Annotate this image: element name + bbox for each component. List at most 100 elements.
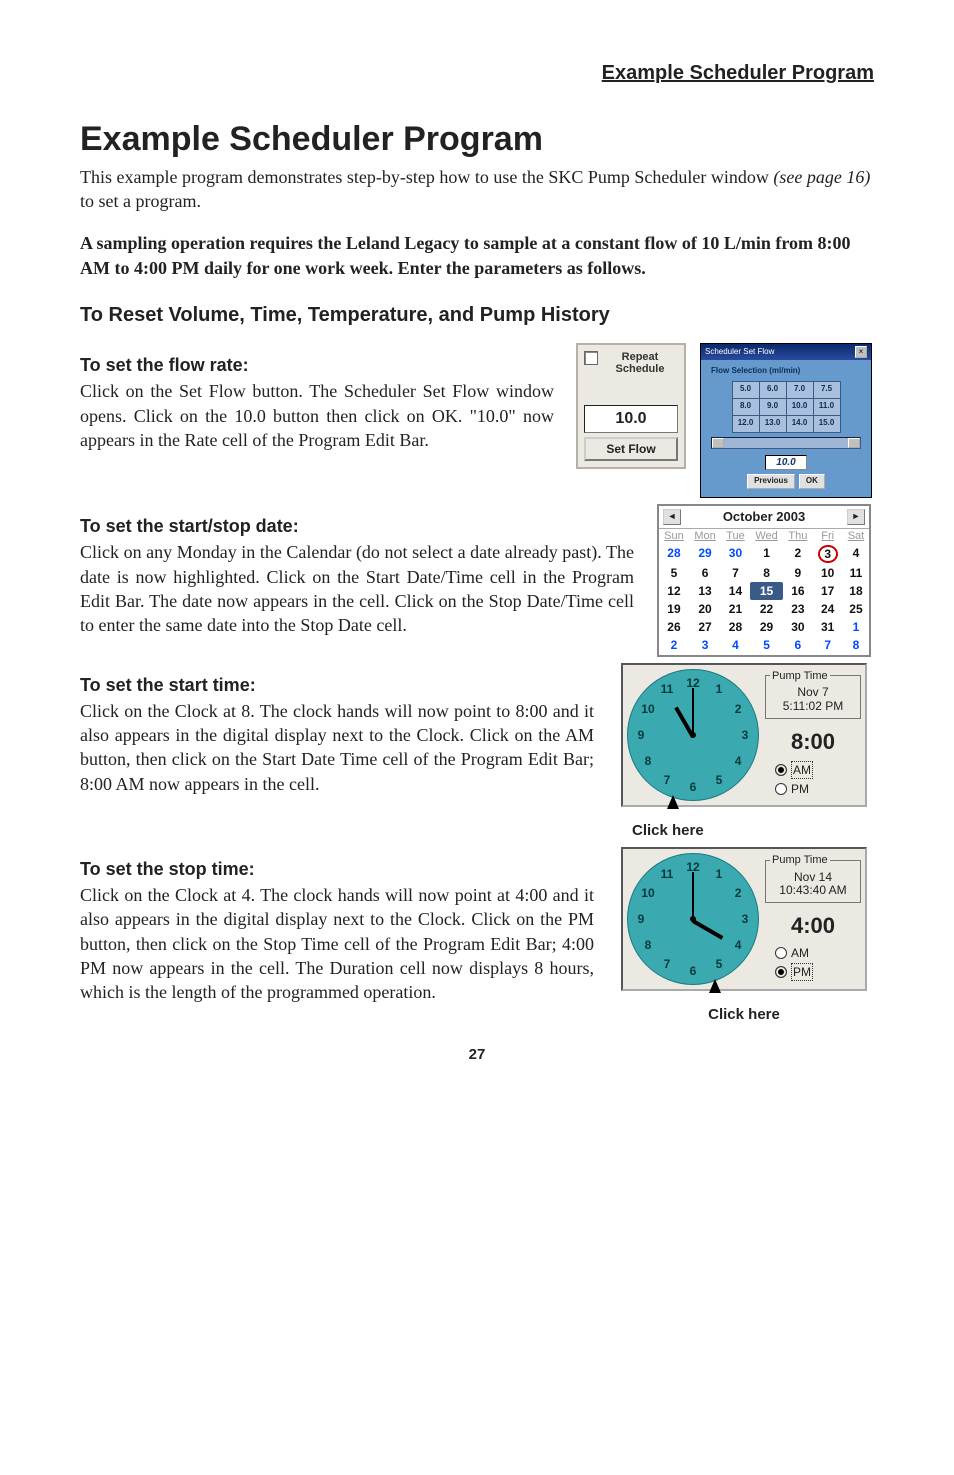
pm-radio[interactable]: PM [775,963,861,981]
calendar-day[interactable]: 17 [812,582,842,600]
calendar-day[interactable]: 10 [812,564,842,582]
calendar-day[interactable]: 6 [783,636,812,654]
clock-face[interactable]: 123456789101112 [627,853,759,985]
clock-number[interactable]: 4 [735,752,742,768]
clock-number[interactable]: 5 [716,771,723,787]
calendar-day[interactable]: 1 [750,544,784,564]
date-block: To set the start/stop date: Click on any… [80,504,874,656]
pm-radio[interactable]: PM [775,781,861,797]
calendar-day[interactable]: 3 [812,544,842,564]
flow-rate-cell: 10.0 [584,405,678,433]
calendar-day[interactable]: 31 [812,618,842,636]
calendar-day[interactable]: 13 [689,582,721,600]
flow-option[interactable]: 8.0 [732,398,759,415]
calendar-dow: Sun [659,529,689,544]
calendar-day[interactable]: 29 [750,618,784,636]
date-body: Click on any Monday in the Calendar (do … [80,540,634,637]
set-flow-button[interactable]: Set Flow [584,437,678,461]
calendar-day[interactable]: 3 [689,636,721,654]
calendar-day[interactable]: 16 [783,582,812,600]
am-radio[interactable]: AM [775,761,861,779]
calendar-day[interactable]: 19 [659,600,689,618]
flow-slider[interactable] [711,437,861,449]
clock-number[interactable]: 11 [661,866,674,882]
clock-number[interactable]: 6 [690,963,697,979]
flow-option[interactable]: 12.0 [732,415,759,432]
calendar-day[interactable]: 7 [812,636,842,654]
clock-big-time: 8:00 [765,727,861,757]
clock-number[interactable]: 7 [664,771,671,787]
calendar-day[interactable]: 1 [843,618,869,636]
calendar-day[interactable]: 5 [659,564,689,582]
calendar-day[interactable]: 30 [721,544,750,564]
calendar-day[interactable]: 30 [783,618,812,636]
calendar-day[interactable]: 4 [843,544,869,564]
calendar-day[interactable]: 18 [843,582,869,600]
clock-number[interactable]: 9 [638,911,645,927]
repeat-schedule-checkbox[interactable] [584,351,598,365]
clock-number[interactable]: 2 [735,700,742,716]
calendar-day[interactable]: 20 [689,600,721,618]
calendar-day[interactable]: 29 [689,544,721,564]
calendar-dow: Tue [721,529,750,544]
clock-face[interactable]: 123456789101112 [627,669,759,801]
calendar-day[interactable]: 9 [783,564,812,582]
clock-number[interactable]: 10 [641,885,654,901]
clock-date: Nov 7 [770,686,856,700]
flow-option[interactable]: 7.5 [813,381,840,398]
flow-option[interactable]: 9.0 [759,398,786,415]
clock-number[interactable]: 4 [735,937,742,953]
calendar-day[interactable]: 24 [812,600,842,618]
flow-option[interactable]: 11.0 [813,398,840,415]
previous-button[interactable]: Previous [747,474,795,489]
flow-option[interactable]: 10.0 [786,398,813,415]
calendar-day[interactable]: 4 [721,636,750,654]
calendar-day[interactable]: 12 [659,582,689,600]
calendar-day[interactable]: 26 [659,618,689,636]
clock-number[interactable]: 3 [742,911,749,927]
ok-button[interactable]: OK [799,474,825,489]
calendar-day[interactable]: 28 [721,618,750,636]
calendar-day[interactable]: 25 [843,600,869,618]
clock-number[interactable]: 11 [661,681,674,697]
clock-number[interactable]: 5 [716,956,723,972]
calendar-day[interactable]: 8 [750,564,784,582]
calendar-next-button[interactable]: ► [847,509,865,525]
flow-option[interactable]: 6.0 [759,381,786,398]
flow-option[interactable]: 5.0 [732,381,759,398]
flow-option[interactable]: 13.0 [759,415,786,432]
clock-now: 5:11:02 PM [770,700,856,714]
calendar-day[interactable]: 6 [689,564,721,582]
calendar-day[interactable]: 14 [721,582,750,600]
calendar-day[interactable]: 23 [783,600,812,618]
calendar-day[interactable]: 11 [843,564,869,582]
calendar-day[interactable]: 22 [750,600,784,618]
clock-number[interactable]: 7 [664,956,671,972]
calendar-day[interactable]: 27 [689,618,721,636]
close-icon[interactable]: × [855,346,867,358]
flow-option[interactable]: 7.0 [786,381,813,398]
calendar-day[interactable]: 8 [843,636,869,654]
clock-number[interactable]: 6 [690,778,697,794]
clock-number[interactable]: 10 [641,700,654,716]
am-radio[interactable]: AM [775,945,861,961]
clock-number[interactable]: 9 [638,726,645,742]
clock-number[interactable]: 1 [716,866,723,882]
flow-option[interactable]: 14.0 [786,415,813,432]
flowwin-title: Scheduler Set Flow [705,347,774,358]
calendar-day[interactable]: 15 [750,582,784,600]
clock-number[interactable]: 8 [645,752,652,768]
calendar-day[interactable]: 28 [659,544,689,564]
intro-italic: (see page 16) [773,167,870,187]
calendar-day[interactable]: 7 [721,564,750,582]
calendar-day[interactable]: 2 [659,636,689,654]
calendar-prev-button[interactable]: ◄ [663,509,681,525]
calendar-day[interactable]: 5 [750,636,784,654]
clock-number[interactable]: 1 [716,681,723,697]
calendar-day[interactable]: 21 [721,600,750,618]
clock-number[interactable]: 3 [742,726,749,742]
calendar-day[interactable]: 2 [783,544,812,564]
flow-option[interactable]: 15.0 [813,415,840,432]
clock-number[interactable]: 2 [735,885,742,901]
clock-number[interactable]: 8 [645,937,652,953]
